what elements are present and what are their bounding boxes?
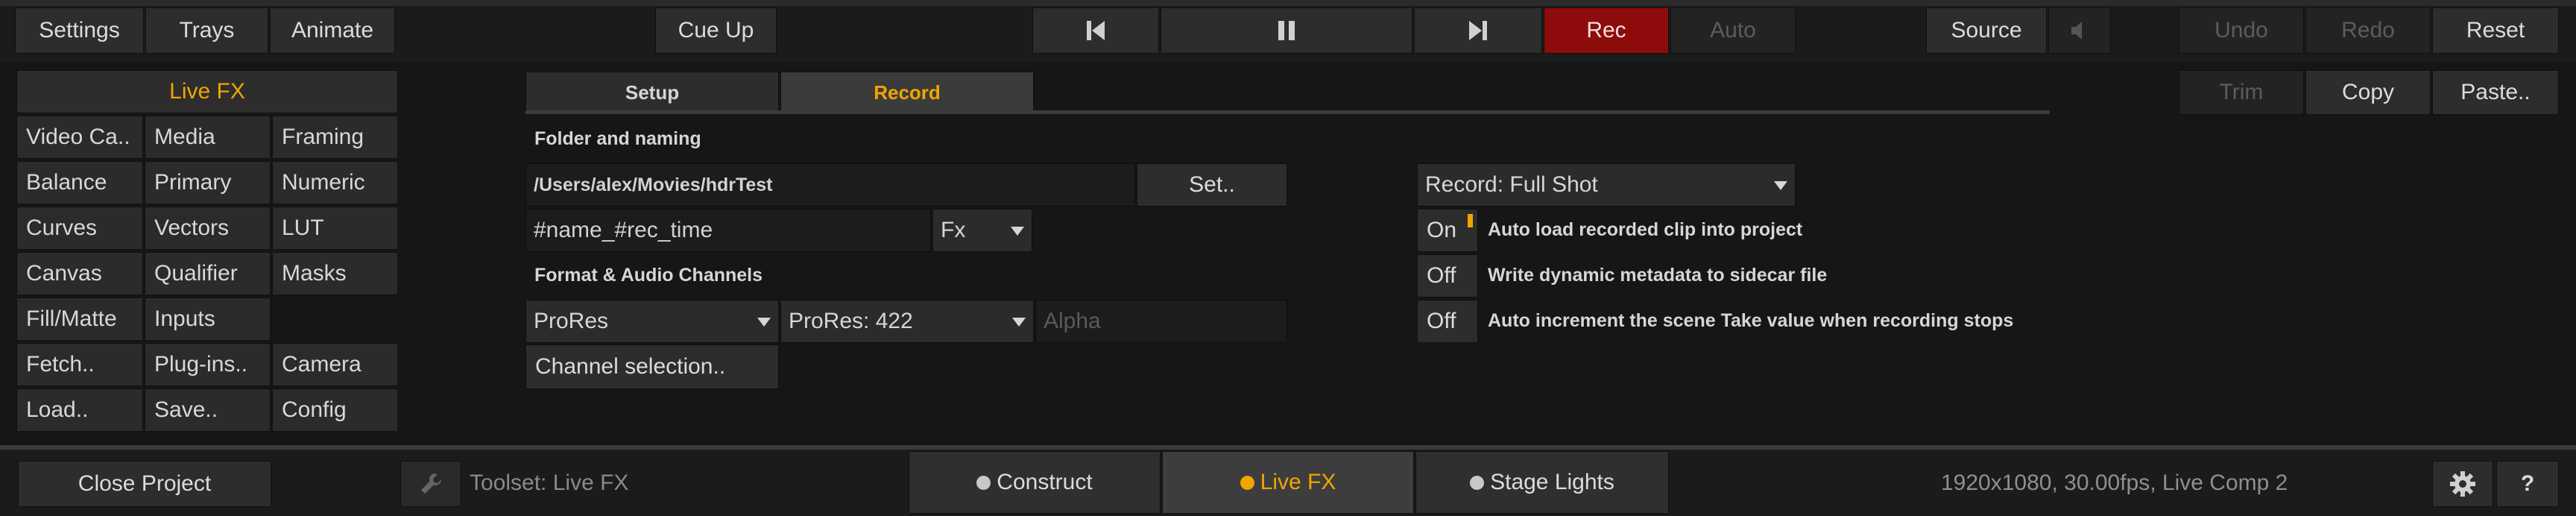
stage-lights-dot-icon <box>1470 475 1485 490</box>
next-frame-button[interactable] <box>1414 7 1542 54</box>
toolset-label: Toolset: Live FX <box>470 471 629 495</box>
sidecar-metadata-state: Off <box>1427 263 1456 288</box>
auto-increment-label: Auto increment the scene Take value when… <box>1488 310 2014 331</box>
speaker-icon <box>2071 22 2082 40</box>
mode-construct-label: Construct <box>997 470 1093 494</box>
naming-token-value: Fx <box>941 218 966 242</box>
mode-stage-lights-label: Stage Lights <box>1490 470 1614 494</box>
tool-balance[interactable]: Balance <box>16 161 143 204</box>
tool-save[interactable]: Save.. <box>145 388 271 432</box>
folder-section-title: Folder and naming <box>534 128 701 149</box>
settings-button[interactable]: Settings <box>15 7 144 54</box>
trim-button[interactable]: Trim <box>2179 70 2304 115</box>
set-folder-button[interactable]: Set.. <box>1137 163 1287 207</box>
close-project-button[interactable]: Close Project <box>18 461 271 507</box>
paste-button[interactable]: Paste.. <box>2432 70 2559 115</box>
tool-primary[interactable]: Primary <box>145 161 271 204</box>
tab-setup[interactable]: Setup <box>525 72 779 113</box>
record-mode-dropdown[interactable]: Record: Full Shot <box>1417 163 1796 207</box>
auto-load-toggle[interactable]: On <box>1417 209 1478 252</box>
auto-button[interactable]: Auto <box>1670 7 1796 54</box>
auto-load-state: On <box>1427 218 1457 242</box>
source-button[interactable]: Source <box>1926 7 2047 54</box>
animate-button[interactable]: Animate <box>270 7 395 54</box>
chevron-down-icon <box>1012 318 1026 327</box>
record-mode-value: Record: Full Shot <box>1425 172 1598 197</box>
tool-config[interactable]: Config <box>272 388 398 432</box>
tool-numeric[interactable]: Numeric <box>272 161 398 204</box>
codec-variant-value: ProRes: 422 <box>789 309 913 333</box>
sidecar-metadata-toggle[interactable]: Off <box>1417 254 1478 298</box>
live-fx-dot-icon <box>1240 475 1254 490</box>
tool-curves[interactable]: Curves <box>16 207 143 250</box>
tool-plug-ins[interactable]: Plug-ins.. <box>145 343 271 386</box>
wrench-icon <box>421 473 441 494</box>
chevron-down-icon <box>1774 181 1787 190</box>
auto-load-label: Auto load recorded clip into project <box>1488 219 1803 240</box>
format-section-title: Format & Audio Channels <box>534 265 763 286</box>
toolset-button[interactable] <box>400 461 461 507</box>
tool-qualifier[interactable]: Qualifier <box>145 252 271 295</box>
folder-path-field[interactable]: /Users/alex/Movies/hdrTest <box>525 163 1135 207</box>
skip-forward-icon <box>1469 21 1487 40</box>
pause-icon <box>1278 21 1295 40</box>
auto-increment-toggle[interactable]: Off <box>1417 300 1478 343</box>
mode-construct[interactable]: Construct <box>909 451 1161 514</box>
tool-camera[interactable]: Camera <box>272 343 398 386</box>
pause-button[interactable] <box>1161 7 1412 54</box>
naming-token-dropdown[interactable]: Fx <box>932 209 1032 252</box>
naming-pattern-field[interactable]: #name_#rec_time <box>525 209 931 252</box>
tool-grid-header[interactable]: Live FX <box>16 70 398 113</box>
tab-underline <box>525 110 2050 114</box>
tool-canvas[interactable]: Canvas <box>16 252 143 295</box>
mode-live-fx[interactable]: Live FX <box>1162 451 1414 514</box>
chevron-down-icon <box>1011 227 1024 236</box>
previous-frame-button[interactable] <box>1032 7 1159 54</box>
tab-record[interactable]: Record <box>780 72 1034 113</box>
tool-video-capture[interactable]: Video Ca.. <box>16 116 143 159</box>
cue-up-button[interactable]: Cue Up <box>655 7 777 54</box>
auto-increment-state: Off <box>1427 309 1456 333</box>
tool-framing[interactable]: Framing <box>272 116 398 159</box>
audio-button[interactable] <box>2048 7 2111 54</box>
codec-value: ProRes <box>534 309 609 333</box>
settings-gear-button[interactable] <box>2432 461 2493 507</box>
trays-button[interactable]: Trays <box>145 7 268 54</box>
gear-icon <box>2450 471 2475 497</box>
tool-fetch[interactable]: Fetch.. <box>16 343 143 386</box>
channel-selection-button[interactable]: Channel selection.. <box>525 344 779 389</box>
tool-fill-matte[interactable]: Fill/Matte <box>16 298 143 341</box>
codec-variant-dropdown[interactable]: ProRes: 422 <box>780 300 1034 343</box>
chevron-down-icon <box>757 318 771 327</box>
copy-button[interactable]: Copy <box>2305 70 2431 115</box>
tool-vectors[interactable]: Vectors <box>145 207 271 250</box>
rec-button[interactable]: Rec <box>1544 7 1669 54</box>
tool-masks[interactable]: Masks <box>272 252 398 295</box>
top-edge-strip <box>0 0 2576 6</box>
undo-button[interactable]: Undo <box>2179 7 2304 54</box>
redo-button[interactable]: Redo <box>2305 7 2431 54</box>
tool-media[interactable]: Media <box>145 116 271 159</box>
skip-back-icon <box>1087 21 1105 40</box>
toggle-on-indicator <box>1468 214 1473 227</box>
mode-stage-lights[interactable]: Stage Lights <box>1415 451 1669 514</box>
help-button[interactable]: ? <box>2496 461 2559 507</box>
tool-load[interactable]: Load.. <box>16 388 143 432</box>
sidecar-metadata-label: Write dynamic metadata to sidecar file <box>1488 265 1828 286</box>
reset-button[interactable]: Reset <box>2432 7 2559 54</box>
tool-inputs[interactable]: Inputs <box>145 298 271 341</box>
tool-lut[interactable]: LUT <box>272 207 398 250</box>
mode-live-fx-label: Live FX <box>1260 470 1336 494</box>
project-status: 1920x1080, 30.00fps, Live Comp 2 <box>1941 471 2288 495</box>
codec-dropdown[interactable]: ProRes <box>525 300 779 343</box>
alpha-placeholder: Alpha <box>1044 309 1101 333</box>
construct-dot-icon <box>976 475 991 490</box>
alpha-field[interactable]: Alpha <box>1035 300 1287 343</box>
